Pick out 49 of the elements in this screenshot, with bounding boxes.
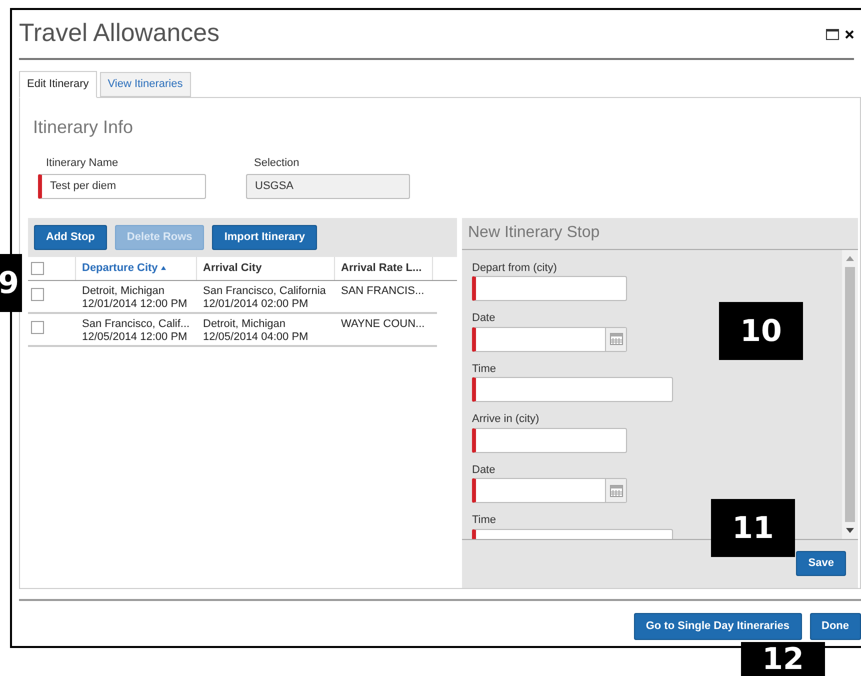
date-field[interactable] bbox=[472, 326, 627, 352]
checkbox[interactable] bbox=[31, 320, 44, 334]
footer-button[interactable]: Done bbox=[810, 613, 861, 640]
field-label: Time bbox=[472, 362, 496, 376]
callout-number: 10 bbox=[719, 302, 803, 360]
field-label: Date bbox=[472, 462, 496, 478]
column-header[interactable]: Arrival City bbox=[197, 256, 335, 280]
footer-button[interactable]: Go to Single Day Itineraries bbox=[634, 613, 802, 640]
callout-number: 12 bbox=[741, 642, 825, 676]
date-field[interactable] bbox=[472, 478, 627, 503]
scroll-thumb[interactable] bbox=[845, 266, 855, 522]
scroll-down-icon[interactable] bbox=[846, 528, 854, 532]
table-cell-text: Detroit, Michigan 12/01/2014 12:00 PM bbox=[81, 284, 188, 312]
column-header[interactable]: Arrival Rate L... bbox=[335, 256, 433, 280]
callout-number: 9 bbox=[0, 254, 22, 312]
input-field[interactable] bbox=[472, 428, 627, 452]
scrollbar[interactable] bbox=[842, 250, 858, 538]
table-cell-text: San Francisco, Calif... 12/05/2014 12:00 PM bbox=[81, 318, 191, 344]
toolbar-button[interactable]: Import Itinerary bbox=[212, 224, 317, 250]
table-cell-text: WAYNE COUN... bbox=[340, 318, 426, 332]
table-cell-text: Detroit, Michigan 12/05/2014 04:00 PM bbox=[202, 318, 310, 344]
checkbox[interactable] bbox=[31, 288, 44, 300]
field-label: Time bbox=[472, 513, 496, 528]
panel-heading: New Itinerary Stop bbox=[462, 218, 858, 250]
field-label: Arrive in (city) bbox=[472, 412, 540, 427]
tab[interactable]: View Itineraries bbox=[100, 72, 191, 97]
input-field[interactable] bbox=[472, 276, 627, 301]
table-cell-text: SAN FRANCIS... bbox=[340, 284, 426, 298]
column-header[interactable]: Departure City bbox=[76, 256, 197, 280]
field-label: Itinerary Name bbox=[46, 156, 120, 171]
tab[interactable]: Edit Itinerary bbox=[19, 71, 97, 98]
checkbox[interactable] bbox=[31, 262, 44, 274]
close-icon[interactable] bbox=[845, 30, 854, 38]
calendar-icon[interactable] bbox=[610, 333, 622, 345]
callout-number: 11 bbox=[711, 499, 795, 557]
table-cell-text: San Francisco, California 12/01/2014 02:00 PM bbox=[202, 284, 327, 312]
scroll-up-icon[interactable] bbox=[846, 256, 854, 260]
window-title: Travel Allowances bbox=[19, 18, 221, 50]
field-label: Selection bbox=[254, 156, 300, 171]
section-heading: Itinerary Info bbox=[33, 116, 134, 139]
sort-ascending-icon bbox=[160, 266, 166, 270]
input-field[interactable] bbox=[472, 377, 673, 402]
calendar-icon[interactable] bbox=[610, 484, 622, 496]
toolbar-button[interactable]: Add Stop bbox=[34, 224, 107, 250]
save-button[interactable]: Save bbox=[796, 551, 846, 576]
field-label: Date bbox=[472, 311, 496, 326]
field-label: Depart from (city) bbox=[472, 260, 557, 276]
input-field[interactable]: Test per diem bbox=[38, 174, 206, 198]
maximize-icon[interactable] bbox=[826, 28, 839, 40]
